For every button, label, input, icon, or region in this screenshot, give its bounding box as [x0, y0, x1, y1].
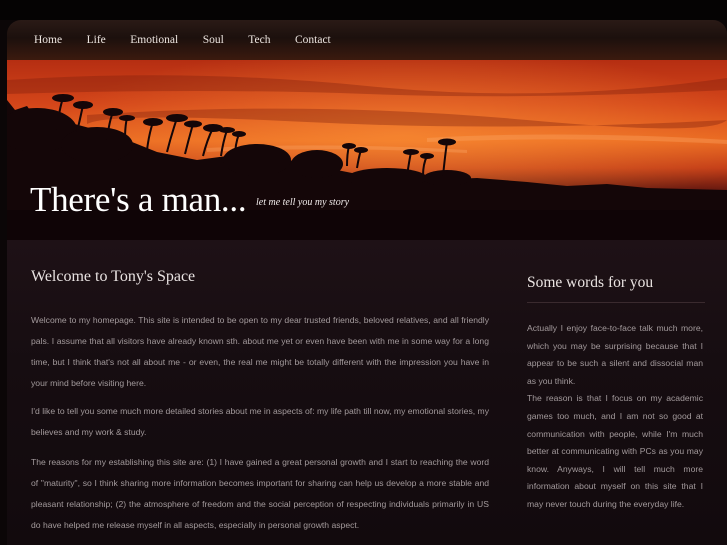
hero-banner: There's a man... let me tell you my stor…	[7, 60, 727, 240]
sidebar-heading: Some words for you	[527, 274, 654, 291]
intro-paragraph: Welcome to my homepage. This site is int…	[31, 315, 489, 388]
reasons-paragraph: The reasons for my establishing this sit…	[31, 457, 489, 530]
stories-paragraph: I'd like to tell you some much more deta…	[31, 406, 489, 437]
nav-item-tech[interactable]: Tech	[248, 34, 270, 46]
sidebar-text: Actually I enjoy face-to-face talk much …	[527, 320, 703, 514]
nav-item-contact[interactable]: Contact	[295, 34, 331, 46]
sidebar-text-2: The reason is that I focus on my academi…	[527, 393, 703, 509]
sidebar: Some words for you Actually I enjoy face…	[527, 274, 705, 509]
sidebar-text-1: Actually I enjoy face-to-face talk much …	[527, 323, 703, 386]
hero-subtitle: let me tell you my story	[256, 197, 350, 208]
nav-item-emotional[interactable]: Emotional	[130, 34, 178, 46]
nav-item-home[interactable]: Home	[34, 34, 62, 46]
hero-title: There's a man...	[30, 180, 247, 219]
welcome-heading: Welcome to Tony's Space	[31, 268, 196, 285]
main-nav: Home Life Emotional Soul Tech Contact	[7, 20, 727, 60]
page: Home Life Emotional Soul Tech Contact Th…	[0, 0, 727, 545]
nav-item-life[interactable]: Life	[87, 34, 106, 46]
sidebar-divider	[527, 302, 705, 303]
top-strip	[0, 0, 727, 20]
content-panel: Welcome to Tony's Space Welcome to my ho…	[7, 240, 727, 545]
main-column: Welcome to Tony's Space Welcome to my ho…	[31, 268, 489, 530]
nav-item-soul[interactable]: Soul	[203, 34, 224, 46]
